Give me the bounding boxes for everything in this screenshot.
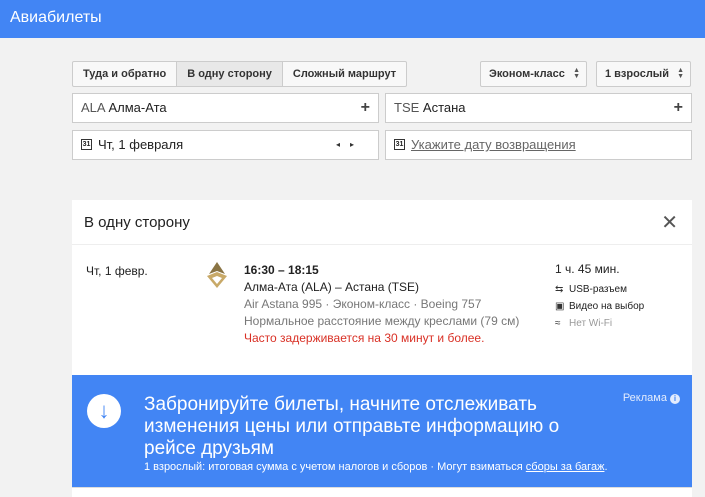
results-panel: В одну сторону ✕ Чт, 1 февр. 16:30 – 18:… xyxy=(72,200,692,375)
tab-one-way[interactable]: В одну сторону xyxy=(177,62,283,86)
usb-icon: ⇆ xyxy=(555,284,564,295)
flight-info: 16:30 – 18:15 Алма-Ата (ALA) – Астана (T… xyxy=(244,262,519,347)
return-date-field[interactable]: 31 Укажите дату возвращения xyxy=(385,130,692,160)
flight-times: 16:30 – 18:15 xyxy=(244,263,319,277)
departure-date-field[interactable]: 31 Чт, 1 февраля ◂▸ xyxy=(72,130,379,160)
amenity-video: ▣ Видео на выбор xyxy=(555,301,644,312)
cabin-class-select[interactable]: Эконом-класс ▲ ▼ xyxy=(480,61,587,87)
tab-multi-city[interactable]: Сложный маршрут xyxy=(283,62,406,86)
ad-label-text: Реклама xyxy=(622,392,667,404)
calendar-icon: 31 xyxy=(81,139,92,151)
flight-date: Чт, 1 февр. xyxy=(86,264,148,278)
results-header: В одну сторону ✕ xyxy=(72,200,692,245)
ad-footer: 1 взрослый: итоговая сумма с учетом нало… xyxy=(144,461,608,473)
next-section xyxy=(72,487,692,497)
delay-warning: Часто задерживается на 30 минут и более. xyxy=(244,331,485,345)
wifi-icon: ≈ xyxy=(555,318,561,329)
calendar-icon: 31 xyxy=(394,139,405,151)
video-icon: ▣ xyxy=(555,301,565,312)
destination-code: TSE xyxy=(394,100,420,115)
destination-field[interactable]: TSE Астана + xyxy=(385,93,692,123)
ad-footer-end: . xyxy=(604,461,608,473)
add-origin-icon[interactable]: + xyxy=(361,94,370,122)
passengers-value: 1 взрослый xyxy=(605,68,669,80)
results-title: В одну сторону xyxy=(84,214,190,231)
ad-footer-text: 1 взрослый: итоговая сумма с учетом нало… xyxy=(144,461,526,473)
baggage-fees-link[interactable]: сборы за багаж xyxy=(526,461,605,473)
return-date-placeholder[interactable]: Укажите дату возвращения xyxy=(411,137,576,152)
add-destination-icon[interactable]: + xyxy=(674,94,683,122)
passengers-select[interactable]: 1 взрослый ▲ ▼ xyxy=(596,61,691,87)
trip-type-selector: Туда и обратно В одну сторону Сложный ма… xyxy=(72,61,408,87)
booking-ad[interactable]: ↓ Забронируйте билеты, начните отслежива… xyxy=(72,375,692,487)
amenity-wifi: ≈ Нет Wi-Fi xyxy=(555,318,612,329)
date-nav: ◂▸ xyxy=(336,131,364,159)
airline-logo xyxy=(207,262,227,288)
cabin-class-value: Эконом-класс xyxy=(489,68,565,80)
ad-label[interactable]: Реклама i xyxy=(623,392,680,404)
origin-code: ALA xyxy=(81,100,105,115)
destination-city: Астана xyxy=(422,100,466,115)
prev-date-icon[interactable]: ◂ xyxy=(336,140,350,149)
ad-headline: Забронируйте билеты, начните отслеживать… xyxy=(144,394,560,459)
seat-pitch: Нормальное расстояние между креслами (79… xyxy=(244,314,520,328)
info-icon: i xyxy=(670,394,680,404)
tab-round-trip[interactable]: Туда и обратно xyxy=(73,62,178,86)
app-header: Авиабилеты xyxy=(0,0,705,38)
arrow-down-icon: ↓ xyxy=(87,394,121,428)
flight-route: Алма-Ата (ALA) – Астана (TSE) xyxy=(244,280,420,294)
next-date-icon[interactable]: ▸ xyxy=(350,140,364,149)
departure-date-value: Чт, 1 февраля xyxy=(98,137,184,152)
up-down-arrow-icon: ▲ ▼ xyxy=(573,67,580,80)
app-title: Авиабилеты xyxy=(10,9,102,26)
amenity-usb: ⇆ USB-разъем xyxy=(555,284,627,295)
origin-field[interactable]: ALA Алма-Ата + xyxy=(72,93,379,123)
origin-city: Алма-Ата xyxy=(108,100,167,115)
amenity-label: USB-разъем xyxy=(569,284,627,295)
amenity-label: Нет Wi-Fi xyxy=(569,318,613,329)
up-down-arrow-icon: ▲ ▼ xyxy=(677,67,684,80)
amenity-label: Видео на выбор xyxy=(569,301,645,312)
close-icon[interactable]: ✕ xyxy=(661,210,678,235)
flight-duration: 1 ч. 45 мин. xyxy=(555,262,620,276)
flight-details: Air Astana 995 · Эконом-класс · Boeing 7… xyxy=(244,297,482,311)
